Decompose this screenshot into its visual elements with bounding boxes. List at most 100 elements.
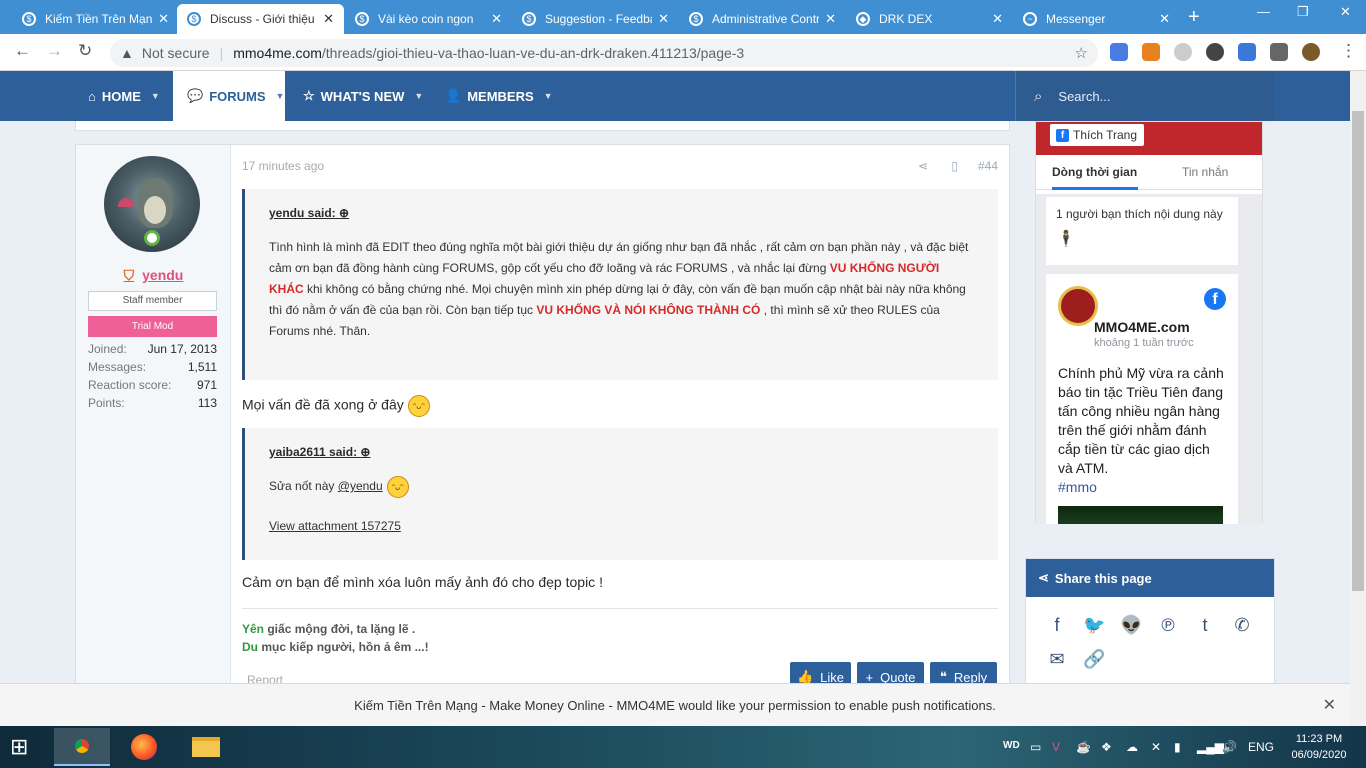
page-name[interactable]: MMO4ME.com	[1094, 319, 1190, 335]
tab-vai-keo[interactable]: $ Vài kèo coin ngon ✕	[345, 4, 512, 34]
like-page-label: Thích Trang	[1073, 128, 1138, 142]
bookmark-icon[interactable]: ▯	[951, 159, 958, 173]
tab-kiem-tien[interactable]: $ Kiếm Tiền Trên Mạng ✕	[12, 4, 179, 34]
chevron-down-icon[interactable]: ▼	[276, 91, 285, 101]
clock[interactable]: 11:23 PM 06/09/2020	[1288, 731, 1350, 763]
new-tab-icon[interactable]: +	[1188, 6, 1200, 29]
tray-icon[interactable]: ✕	[1151, 740, 1161, 754]
taskbar-chrome[interactable]	[54, 728, 110, 766]
tab-title: Discuss - Giới thiệu	[210, 12, 315, 26]
battery-icon[interactable]: ▮	[1174, 740, 1181, 754]
post-time[interactable]: 17 minutes ago	[242, 159, 324, 173]
cloud-tray-icon[interactable]: ☁	[1126, 740, 1138, 754]
tray-icon[interactable]: ▭	[1030, 740, 1041, 754]
tab-drk-dex[interactable]: ◆ DRK DEX ✕	[846, 4, 1013, 34]
quote-author[interactable]: yaiba2611 said: ⊕	[269, 442, 974, 463]
vivaldi-tray-icon[interactable]: V	[1052, 740, 1060, 754]
window-close-icon[interactable]: ✕	[1340, 4, 1351, 20]
facebook-like-page-button[interactable]: f Thích Trang	[1050, 124, 1144, 146]
scrollbar-thumb[interactable]	[1352, 111, 1364, 591]
tab-discuss[interactable]: $ Discuss - Giới thiệu ✕	[177, 4, 344, 34]
link-icon[interactable]: 🔗	[1083, 649, 1105, 670]
restore-icon[interactable]: ❐	[1297, 4, 1309, 20]
address-bar[interactable]: ▲ Not secure | mmo4me.com /threads/gioi-…	[110, 39, 1098, 67]
whatsapp-icon[interactable]: ✆	[1231, 615, 1253, 636]
report-link[interactable]: Report	[247, 673, 283, 683]
back-icon[interactable]: ←	[14, 41, 31, 61]
clock-time: 11:23 PM	[1295, 733, 1343, 745]
facebook-feed[interactable]: 1 người bạn thích nội dung này 🕴 f MMO4M…	[1036, 194, 1262, 524]
minimize-icon[interactable]: —	[1257, 4, 1270, 19]
translate-extension-icon[interactable]	[1110, 43, 1128, 61]
tab-suggestion[interactable]: $ Suggestion - Feedback ✕	[512, 4, 679, 34]
reply-button[interactable]: ❝ Reply	[930, 662, 997, 683]
extension-icon[interactable]	[1174, 43, 1192, 61]
tab-messenger[interactable]: ~ Messenger ✕	[1013, 4, 1180, 34]
menu-kebab-icon[interactable]: ⋮	[1340, 41, 1357, 61]
quote-marks-icon: ❝	[939, 669, 947, 683]
quote-author[interactable]: yendu said: ⊕	[269, 203, 974, 224]
twitter-icon[interactable]: 🐦	[1083, 615, 1105, 636]
mention-link[interactable]: @yendu	[338, 479, 383, 493]
forward-icon[interactable]: →	[46, 41, 63, 61]
page-scrollbar[interactable]	[1350, 71, 1366, 726]
arrow-up-circle-icon[interactable]: ⊕	[339, 206, 349, 220]
close-icon[interactable]: ✕	[1323, 695, 1336, 715]
chevron-down-icon[interactable]: ▼	[544, 91, 553, 101]
close-tab-icon[interactable]: ✕	[658, 11, 669, 27]
post-image[interactable]	[1058, 506, 1223, 524]
enable-notifications-link[interactable]: enable push notifications.	[849, 698, 996, 713]
dropbox-tray-icon[interactable]: ❖	[1101, 740, 1112, 754]
share-icon[interactable]: ⋖	[918, 159, 928, 173]
hashtag-link[interactable]: #mmo	[1058, 479, 1097, 495]
network-icon[interactable]: ▂▄▆	[1197, 740, 1224, 754]
calendar-extension-icon[interactable]	[1238, 43, 1256, 61]
page-avatar[interactable]	[1058, 286, 1098, 326]
like-button[interactable]: 👍 Like	[790, 662, 851, 683]
tab-administrative[interactable]: $ Administrative Control ✕	[679, 4, 846, 34]
wd-tray-icon[interactable]: WD	[1003, 740, 1020, 751]
extension-icon[interactable]	[1206, 43, 1224, 61]
close-tab-icon[interactable]: ✕	[158, 11, 169, 27]
chevron-down-icon[interactable]: ▼	[414, 91, 423, 101]
email-icon[interactable]: ✉	[1046, 649, 1068, 670]
post-time[interactable]: khoảng 1 tuần trước	[1094, 337, 1194, 349]
nav-members[interactable]: 👤 MEMBERS ▼	[445, 71, 553, 121]
nav-forums[interactable]: 💬 FORUMS ▼	[173, 71, 285, 121]
username-link[interactable]: ⛉ yendu	[76, 267, 231, 284]
nav-home[interactable]: ⌂ HOME ▼	[88, 71, 160, 121]
stat-label: Joined:	[88, 342, 127, 356]
post-number[interactable]: #44	[978, 159, 998, 173]
tab-timeline[interactable]: Dòng thời gian	[1052, 165, 1138, 190]
metamask-extension-icon[interactable]	[1142, 43, 1160, 61]
volume-icon[interactable]: 🔊	[1222, 740, 1237, 754]
arrow-up-circle-icon[interactable]: ⊕	[360, 445, 370, 459]
chevron-down-icon[interactable]: ▼	[151, 91, 160, 101]
reddit-icon[interactable]: 👽	[1120, 615, 1142, 636]
taskbar-firefox[interactable]	[116, 728, 172, 766]
profile-avatar[interactable]	[1302, 43, 1320, 61]
tray-icon[interactable]: ☕	[1076, 740, 1091, 754]
close-tab-icon[interactable]: ✕	[992, 11, 1003, 27]
extensions-puzzle-icon[interactable]	[1270, 43, 1288, 61]
quote-button[interactable]: + Quote	[857, 662, 924, 683]
pinterest-icon[interactable]: ℗	[1157, 615, 1179, 636]
attachment-link[interactable]: View attachment 157275	[269, 516, 974, 537]
reload-icon[interactable]: ↻	[78, 41, 92, 61]
taskbar-file-explorer[interactable]	[178, 728, 234, 766]
close-tab-icon[interactable]: ✕	[491, 11, 502, 27]
nav-whats-new[interactable]: ☆ WHAT'S NEW ▼	[303, 71, 423, 121]
signature-text: giấc mộng đời, ta lặng lẽ .	[264, 622, 416, 636]
close-tab-icon[interactable]: ✕	[1159, 11, 1170, 27]
search-input[interactable]: ⌕ Search...	[1015, 71, 1275, 121]
tumblr-icon[interactable]: t	[1194, 615, 1216, 636]
friend-avatar[interactable]: 🕴	[1056, 229, 1228, 249]
nav-home-label: HOME	[101, 88, 141, 104]
language-indicator[interactable]: ENG	[1248, 740, 1274, 754]
close-tab-icon[interactable]: ✕	[323, 11, 334, 27]
tab-messages[interactable]: Tin nhắn	[1182, 165, 1228, 179]
facebook-icon[interactable]: f	[1046, 615, 1068, 636]
close-tab-icon[interactable]: ✕	[825, 11, 836, 27]
bookmark-star-icon[interactable]: ☆	[1075, 44, 1088, 62]
windows-start-icon[interactable]: ⊞	[10, 736, 36, 758]
